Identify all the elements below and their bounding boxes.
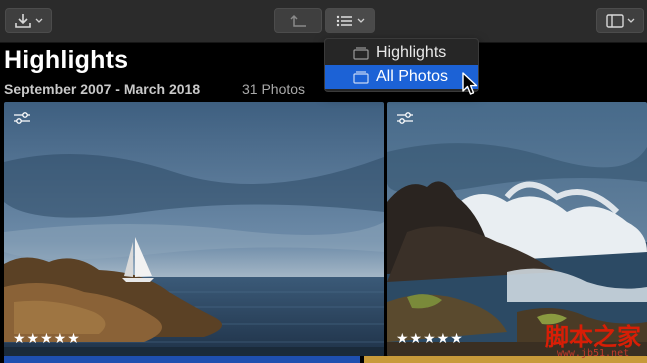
star-rating: ★★★★★ xyxy=(13,330,81,346)
date-range: September 2007 - March 2018 xyxy=(4,81,201,97)
sliders-icon xyxy=(14,112,30,124)
menu-item-label: Highlights xyxy=(376,44,447,61)
sidebar-toggle-button[interactable] xyxy=(596,8,644,33)
view-menu-button[interactable] xyxy=(325,8,375,33)
watermark-url: www.jb51.net xyxy=(556,348,630,359)
photo-tile-waves[interactable]: ★★★★★ xyxy=(387,102,647,356)
sliders-icon xyxy=(397,112,413,124)
menu-item-all-photos[interactable]: All Photos xyxy=(325,65,478,89)
mouse-pointer-icon xyxy=(462,72,478,95)
list-view-icon xyxy=(336,15,352,26)
stack-icon xyxy=(353,47,369,60)
next-photo-edge xyxy=(4,356,360,363)
sailboat-photo xyxy=(4,102,384,356)
page-title: Highlights xyxy=(4,46,129,74)
waves-photo xyxy=(387,102,647,356)
download-tray-icon xyxy=(15,13,31,28)
photo-tile-sailboat[interactable]: ★★★★★ xyxy=(4,102,384,356)
share-arrow-icon xyxy=(290,14,306,27)
watermark: 脚本之家 www.jb51.net xyxy=(545,325,641,359)
star-rating: ★★★★★ xyxy=(396,330,464,346)
chevron-down-icon xyxy=(627,18,634,23)
chevron-down-icon xyxy=(35,18,43,23)
photo-count: 31 Photos xyxy=(242,81,306,97)
share-button[interactable] xyxy=(274,8,322,33)
stack-icon xyxy=(353,71,369,84)
chevron-down-icon xyxy=(357,18,364,23)
watermark-title: 脚本之家 xyxy=(545,322,641,351)
menu-item-label: All Photos xyxy=(376,68,449,85)
import-button[interactable] xyxy=(5,8,52,33)
sidebar-toggle-icon xyxy=(605,13,624,28)
menu-item-highlights[interactable]: Highlights xyxy=(325,41,478,65)
toolbar xyxy=(0,0,647,43)
view-dropdown-menu: Highlights All Photos xyxy=(324,38,479,92)
